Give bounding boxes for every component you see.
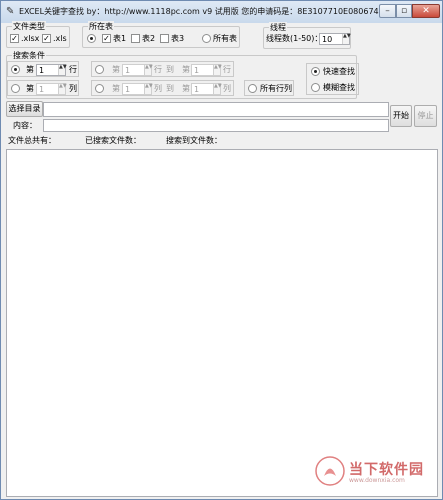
row-range-to-di-label: 第 [182, 65, 190, 74]
row-range-to-label: 到 [166, 65, 174, 74]
thread-count-spinner[interactable]: 10 ▲▼ [319, 33, 351, 45]
xlsx-checkbox[interactable]: ✓ [10, 34, 19, 43]
sheet-group-label: 所在表 [88, 21, 114, 32]
sheet3-checkbox[interactable] [160, 34, 169, 43]
col-range-col-label: 列 [154, 84, 162, 93]
total-files-label: 文件总共有： [8, 136, 56, 145]
stop-button[interactable]: 停止 [414, 105, 437, 127]
sheet-selected-radio[interactable] [87, 34, 96, 43]
sheet2-label: 表2 [142, 34, 156, 43]
close-icon: ✕ [422, 6, 430, 16]
col-number-value: 1 [39, 85, 45, 94]
minimize-button[interactable]: – [379, 4, 396, 18]
close-button[interactable]: ✕ [412, 4, 440, 18]
watermark: 当下软件园 www.downxia.com [315, 456, 433, 488]
col-range-to-spinner[interactable]: 1 ▲▼ [191, 83, 222, 95]
row-range-to-value: 1 [194, 66, 200, 75]
maximize-button[interactable]: ▫ [396, 4, 412, 18]
searched-files-label: 已搜索文件数： [85, 136, 141, 145]
col-range-from-label: 第 [112, 84, 120, 93]
col-range-from-value: 1 [125, 85, 131, 94]
col-range-to-di-label: 第 [182, 84, 190, 93]
minimize-icon: – [385, 6, 390, 16]
maximize-icon: ▫ [400, 6, 408, 16]
spinner-arrows-icon[interactable]: ▲▼ [144, 84, 153, 94]
window-title: EXCEL关键字查找 by：http://www.1118pc.com v9 试… [19, 7, 399, 16]
all-rows-cols-radio[interactable] [248, 84, 257, 93]
xls-label: .xls [53, 34, 67, 43]
col-range-from-spinner[interactable]: 1 ▲▼ [122, 83, 153, 95]
results-output-area[interactable] [6, 149, 438, 497]
col-range-to-label: 到 [166, 84, 174, 93]
watermark-text: 当下软件园 [349, 462, 424, 478]
row-range-radio[interactable] [95, 65, 104, 74]
found-files-label: 搜索到文件数： [166, 136, 222, 145]
content-input[interactable] [43, 119, 389, 132]
spinner-arrows-icon[interactable]: ▲▼ [58, 65, 67, 75]
thread-group-label: 线程 [269, 22, 287, 33]
fuzzy-search-label: 模糊查找 [323, 83, 355, 92]
row-number-value: 1 [39, 66, 45, 75]
col-unit-label: 列 [69, 84, 77, 93]
downxia-logo-icon [315, 456, 345, 486]
title-bar: ✎ EXCEL关键字查找 by：http://www.1118pc.com v9… [1, 1, 442, 23]
spinner-arrows-icon[interactable]: ▲▼ [213, 65, 222, 75]
all-rows-cols-label: 所有行列 [260, 84, 292, 93]
row-range-row-label: 行 [154, 65, 162, 74]
row-range-from-value: 1 [125, 66, 131, 75]
watermark-url: www.downxia.com [349, 477, 405, 484]
all-sheets-radio[interactable] [202, 34, 211, 43]
col-number-spinner[interactable]: 1 ▲▼ [36, 83, 67, 95]
thread-count-caption: 线程数(1-50)： [266, 34, 323, 43]
col-range-to-value: 1 [194, 85, 200, 94]
search-conditions-label: 搜索条件 [12, 50, 46, 61]
xls-checkbox[interactable]: ✓ [42, 34, 51, 43]
col-range-radio[interactable] [95, 84, 104, 93]
row-range-end-label: 行 [223, 65, 231, 74]
row-range-from-spinner[interactable]: 1 ▲▼ [122, 64, 153, 76]
choose-directory-button[interactable]: 选择目录 [6, 101, 43, 117]
spinner-arrows-icon[interactable]: ▲▼ [342, 34, 351, 44]
sheet1-label: 表1 [113, 34, 127, 43]
spinner-arrows-icon[interactable]: ▲▼ [144, 65, 153, 75]
row-mode-radio[interactable] [11, 65, 20, 74]
thread-count-value: 10 [322, 35, 333, 44]
fast-search-label: 快速查找 [323, 67, 355, 76]
row-di-label: 第 [26, 65, 34, 74]
col-range-end-label: 列 [223, 84, 231, 93]
all-sheets-label: 所有表 [213, 34, 237, 43]
app-pen-icon: ✎ [6, 6, 15, 17]
start-button[interactable]: 开始 [390, 105, 412, 127]
main-window: ✎ EXCEL关键字查找 by：http://www.1118pc.com v9… [0, 0, 443, 500]
row-number-spinner[interactable]: 1 ▲▼ [36, 64, 67, 76]
col-di-label: 第 [26, 84, 34, 93]
fast-search-radio[interactable] [311, 67, 320, 76]
sheet3-label: 表3 [171, 34, 185, 43]
row-unit-label: 行 [69, 65, 77, 74]
directory-path-field[interactable] [43, 102, 389, 117]
spinner-arrows-icon[interactable]: ▲▼ [58, 84, 67, 94]
sheet1-checkbox[interactable]: ✓ [102, 34, 111, 43]
row-range-from-label: 第 [112, 65, 120, 74]
col-mode-radio[interactable] [11, 84, 20, 93]
xlsx-label: .xlsx [21, 34, 40, 43]
spinner-arrows-icon[interactable]: ▲▼ [213, 84, 222, 94]
row-range-to-spinner[interactable]: 1 ▲▼ [191, 64, 222, 76]
content-label: 内容： [13, 121, 37, 130]
file-type-label: 文件类型 [12, 21, 46, 32]
fuzzy-search-radio[interactable] [311, 83, 320, 92]
sheet2-checkbox[interactable] [131, 34, 140, 43]
